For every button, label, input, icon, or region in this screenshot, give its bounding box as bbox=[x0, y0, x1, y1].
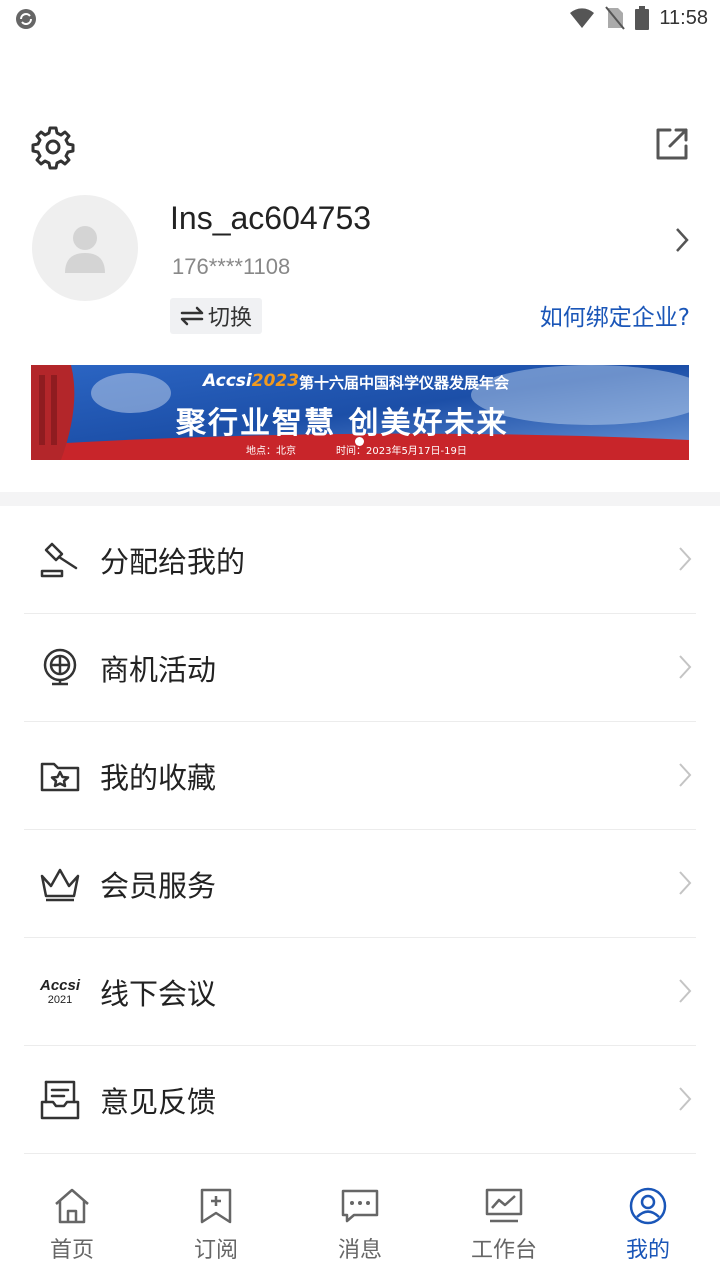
menu-item-favorites[interactable]: 我的收藏 bbox=[24, 722, 696, 830]
menu-item-assigned[interactable]: 分配给我的 bbox=[24, 506, 696, 614]
menu-label: 分配给我的 bbox=[100, 544, 246, 579]
accsi-logo-text: Accsi bbox=[39, 976, 81, 994]
gavel-icon bbox=[40, 542, 78, 577]
chat-icon bbox=[341, 1189, 379, 1223]
bottom-tab-bar: 首页 订阅 消息 工作台 我的 bbox=[0, 1170, 720, 1280]
chevron-right-icon bbox=[679, 1087, 692, 1111]
switch-account-button[interactable]: 切换 bbox=[170, 298, 263, 334]
default-user-icon bbox=[65, 226, 105, 273]
accsi-logo-year: 2021 bbox=[47, 993, 73, 1006]
bind-enterprise-link[interactable]: 如何绑定企业? bbox=[540, 298, 690, 332]
chevron-right-icon bbox=[679, 763, 692, 787]
user-circle-icon bbox=[629, 1187, 667, 1225]
tab-label: 工作台 bbox=[470, 1238, 537, 1263]
chevron-right-icon bbox=[679, 547, 692, 571]
phone-number: 176****1108 bbox=[172, 254, 291, 279]
menu-item-business-activity[interactable]: 商机活动 bbox=[24, 614, 696, 722]
menu-item-feedback[interactable]: 意见反馈 bbox=[24, 1046, 696, 1154]
chevron-right-icon[interactable] bbox=[672, 225, 692, 255]
switch-label: 切换 bbox=[208, 306, 253, 331]
star-folder-icon bbox=[40, 762, 80, 791]
accsi-logo-icon: Accsi 2021 bbox=[38, 970, 82, 1014]
share-icon[interactable] bbox=[652, 124, 692, 164]
menu-list: 分配给我的 商机活动 我的收藏 会员服务 Accsi 2021 线下会议 意见反… bbox=[0, 506, 720, 1154]
menu-label: 意见反馈 bbox=[100, 1084, 217, 1119]
bookmark-add-icon bbox=[200, 1188, 232, 1224]
tab-label: 我的 bbox=[625, 1238, 670, 1263]
menu-item-offline-meeting[interactable]: Accsi 2021 线下会议 bbox=[24, 938, 696, 1046]
crown-icon bbox=[40, 868, 80, 901]
no-sim-icon bbox=[605, 6, 626, 30]
settings-gear-icon[interactable] bbox=[30, 124, 76, 170]
menu-label: 会员服务 bbox=[100, 868, 217, 903]
tab-label: 订阅 bbox=[193, 1238, 238, 1263]
tab-label: 首页 bbox=[49, 1238, 94, 1263]
conference-banner[interactable]: Accsi2023 第十六届中国科学仪器发展年会 聚行业智慧 创美好未来 地点：… bbox=[31, 365, 689, 460]
tab-subscribe[interactable]: 订阅 bbox=[166, 1182, 266, 1272]
banner-slogan: 聚行业智慧 创美好未来 bbox=[176, 406, 509, 441]
username: Ins_ac604753 bbox=[170, 200, 372, 236]
menu-label: 线下会议 bbox=[100, 976, 217, 1011]
tab-label: 消息 bbox=[337, 1238, 382, 1263]
section-divider bbox=[0, 492, 720, 506]
banner-logo-year: 2023 bbox=[251, 371, 300, 391]
globe-icon bbox=[43, 648, 77, 685]
banner-location: 地点：北京 bbox=[246, 446, 296, 457]
menu-item-membership[interactable]: 会员服务 bbox=[24, 830, 696, 938]
monitor-chart-icon bbox=[485, 1188, 523, 1223]
tab-mine[interactable]: 我的 bbox=[598, 1182, 698, 1272]
home-icon bbox=[55, 1188, 89, 1224]
tab-home[interactable]: 首页 bbox=[22, 1182, 122, 1272]
swap-arrows-icon bbox=[180, 306, 204, 326]
banner-logo: Accsi2023 bbox=[203, 371, 299, 391]
chevron-right-icon bbox=[679, 871, 692, 895]
chevron-right-icon bbox=[679, 655, 692, 679]
banner-headline: 第十六届中国科学仪器发展年会 bbox=[299, 374, 510, 392]
wifi-icon bbox=[570, 8, 595, 28]
status-bar: 11:58 bbox=[0, 0, 720, 38]
banner-logo-text: Accsi bbox=[203, 371, 252, 391]
banner-page-dot bbox=[355, 437, 364, 446]
avatar[interactable] bbox=[32, 195, 138, 301]
feedback-icon bbox=[40, 1080, 80, 1119]
app-notification-icon bbox=[16, 9, 36, 29]
chevron-right-icon bbox=[679, 979, 692, 1003]
status-time: 11:58 bbox=[659, 6, 708, 29]
battery-icon bbox=[635, 6, 650, 30]
menu-label: 我的收藏 bbox=[100, 760, 217, 795]
tab-workbench[interactable]: 工作台 bbox=[454, 1182, 554, 1272]
menu-label: 商机活动 bbox=[100, 652, 217, 687]
tab-messages[interactable]: 消息 bbox=[310, 1182, 410, 1272]
